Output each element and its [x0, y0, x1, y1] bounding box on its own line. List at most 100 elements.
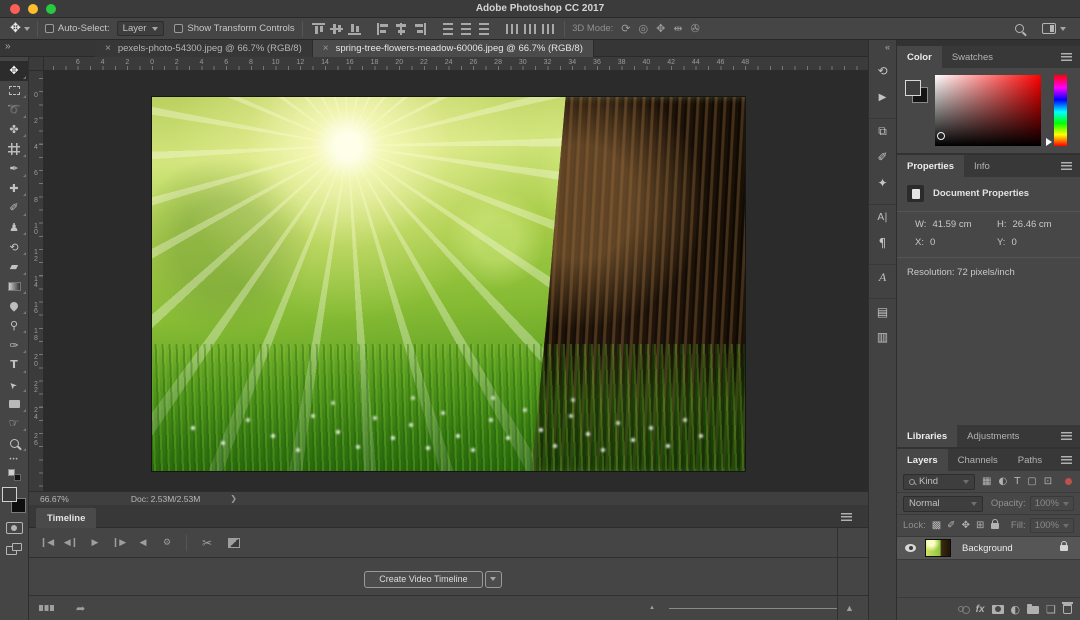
3d-slide-icon[interactable]: ⇹ [673, 22, 682, 35]
tab-color[interactable]: Color [897, 46, 942, 68]
tab-info[interactable]: Info [964, 155, 1000, 177]
screen-mode-button[interactable] [6, 543, 22, 556]
actions-panel-icon[interactable]: ▶ [869, 84, 896, 110]
close-tab-icon[interactable]: × [323, 43, 329, 54]
ruler-corner[interactable] [29, 57, 44, 71]
previous-frame-button[interactable]: ◀❙ [59, 538, 83, 548]
layers-panel-menu-icon[interactable] [1061, 456, 1072, 464]
distribute-bottom-edges-icon[interactable] [477, 23, 490, 35]
vertical-ruler[interactable]: 02468101214161820222426 [29, 71, 44, 491]
notes-panel-icon[interactable]: ▥ [869, 324, 896, 350]
horizontal-ruler[interactable]: 6420246810121416182022242628303234363840… [44, 57, 868, 71]
align-left-edges-icon[interactable] [377, 23, 390, 35]
tab-spring-tree-flowers[interactable]: × spring-tree-flowers-meadow-60006.jpeg … [313, 40, 594, 57]
pen-tool[interactable]: ✑ [0, 335, 28, 355]
distribute-top-edges-icon[interactable] [441, 23, 454, 35]
dodge-tool[interactable]: ⚲ [0, 316, 28, 336]
filter-adjustment-layers-icon[interactable]: ◐ [998, 476, 1007, 487]
lasso-tool[interactable]: ➰ [0, 100, 28, 120]
toolbar-collapse-icon[interactable]: » [5, 41, 11, 52]
clone-stamp-tool[interactable]: ♟ [0, 218, 28, 238]
move-tool[interactable]: ✥ [0, 61, 28, 81]
rectangle-tool[interactable] [0, 394, 28, 414]
status-bar-chevron[interactable]: ❯ [230, 494, 237, 503]
create-video-timeline-dropdown[interactable] [485, 571, 502, 588]
clone-source-panel-icon[interactable]: ⧉ [869, 118, 896, 144]
hue-strip[interactable] [1054, 75, 1067, 146]
lock-position-icon[interactable]: ✥ [962, 520, 970, 531]
properties-panel-menu-icon[interactable] [1061, 162, 1072, 170]
timeline-zoom-out-icon[interactable]: ▲ [649, 605, 655, 611]
3d-roll-icon[interactable]: ◎ [639, 22, 649, 35]
show-transform-controls-checkbox[interactable] [174, 24, 183, 33]
history-brush-tool[interactable]: ⟲ [0, 237, 28, 257]
spot-healing-brush-tool[interactable]: ✚ [0, 179, 28, 199]
tab-swatches[interactable]: Swatches [942, 46, 1003, 68]
tab-pexels-photo[interactable]: × pexels-photo-54300.jpeg @ 66.7% (RGB/8… [95, 40, 313, 57]
fill-field[interactable]: 100% [1030, 518, 1074, 533]
brush-tool[interactable]: ✐ [0, 198, 28, 218]
eyedropper-tool[interactable]: ✒ [0, 159, 28, 179]
next-frame-button[interactable]: ❙▶ [107, 538, 131, 548]
blur-tool[interactable] [0, 296, 28, 316]
tab-libraries[interactable]: Libraries [897, 425, 957, 447]
libraries-panel-menu-icon[interactable] [1061, 432, 1072, 440]
align-horizontal-centers-icon[interactable] [395, 23, 408, 35]
timeline-panel-menu-icon[interactable] [841, 513, 852, 521]
tab-adjustments[interactable]: Adjustments [957, 425, 1029, 447]
rectangular-marquee-tool[interactable] [0, 81, 28, 101]
layer-comps-panel-icon[interactable]: ▤ [869, 298, 896, 324]
filtering-toggle[interactable] [1065, 478, 1072, 485]
align-bottom-edges-icon[interactable] [348, 23, 361, 35]
create-video-timeline-button[interactable]: Create Video Timeline [364, 571, 482, 588]
add-layer-mask-icon[interactable] [992, 605, 1004, 614]
transition-button[interactable] [228, 538, 240, 548]
tab-layers[interactable]: Layers [897, 449, 948, 471]
filter-shape-layers-icon[interactable]: ▢ [1027, 476, 1036, 487]
3d-drag-icon[interactable]: ✥ [656, 22, 665, 35]
search-icon[interactable] [1015, 24, 1024, 33]
opacity-field[interactable]: 100% [1030, 496, 1074, 511]
auto-select-checkbox[interactable] [45, 24, 54, 33]
expand-panels-icon[interactable]: « [885, 42, 890, 52]
paragraph-panel-icon[interactable]: ¶ [869, 230, 896, 256]
current-tool-badge[interactable]: ✥ [10, 21, 30, 36]
pasteboard[interactable] [44, 71, 868, 491]
color-panel-menu-icon[interactable] [1061, 53, 1072, 61]
gradient-tool[interactable] [0, 277, 28, 297]
timeline-settings-button[interactable]: ⚙ [155, 538, 179, 548]
blend-mode-dropdown[interactable]: Normal [903, 496, 983, 512]
go-to-first-frame-button[interactable]: ❙◀ [35, 538, 59, 548]
render-video-icon[interactable]: ➦ [76, 602, 85, 615]
eraser-tool[interactable]: ▰ [0, 257, 28, 277]
hand-tool[interactable]: ☞ [0, 414, 28, 434]
mute-audio-button[interactable]: ◀ [131, 538, 155, 548]
foreground-background-color-swatches[interactable] [2, 487, 26, 513]
distribute-right-edges-icon[interactable] [542, 23, 555, 35]
filter-type-layers-icon[interactable]: T [1014, 476, 1020, 487]
layer-visibility-eye-icon[interactable] [905, 544, 916, 552]
edit-toolbar-button[interactable]: ••• [9, 453, 18, 467]
link-layers-icon[interactable] [958, 606, 969, 612]
character-panel-icon[interactable]: A| [869, 204, 896, 230]
new-group-icon[interactable] [1027, 606, 1039, 614]
align-right-edges-icon[interactable] [413, 23, 426, 35]
type-tool[interactable]: T [0, 355, 28, 375]
crop-tool[interactable] [0, 139, 28, 159]
brush-presets-panel-icon[interactable]: ✦ [869, 170, 896, 196]
play-button[interactable]: ▶ [83, 538, 107, 548]
lock-artboard-icon[interactable]: ⊞ [976, 520, 984, 531]
tab-properties[interactable]: Properties [897, 155, 964, 177]
filter-kind-dropdown[interactable]: Kind [903, 474, 975, 490]
frames-view-icon[interactable] [39, 605, 54, 611]
photo-spring-meadow[interactable] [152, 97, 745, 471]
tab-timeline[interactable]: Timeline [36, 508, 96, 528]
path-selection-tool[interactable]: ➤ [0, 375, 28, 395]
saturation-brightness-field[interactable] [935, 75, 1041, 146]
color-picker-circle[interactable] [937, 132, 945, 140]
tab-channels[interactable]: Channels [948, 449, 1008, 471]
delete-layer-icon[interactable] [1063, 604, 1072, 614]
lock-pixels-icon[interactable]: ✐ [947, 520, 955, 531]
default-colors-icon[interactable] [8, 469, 21, 481]
auto-select-target-dropdown[interactable]: Layer [117, 21, 165, 36]
